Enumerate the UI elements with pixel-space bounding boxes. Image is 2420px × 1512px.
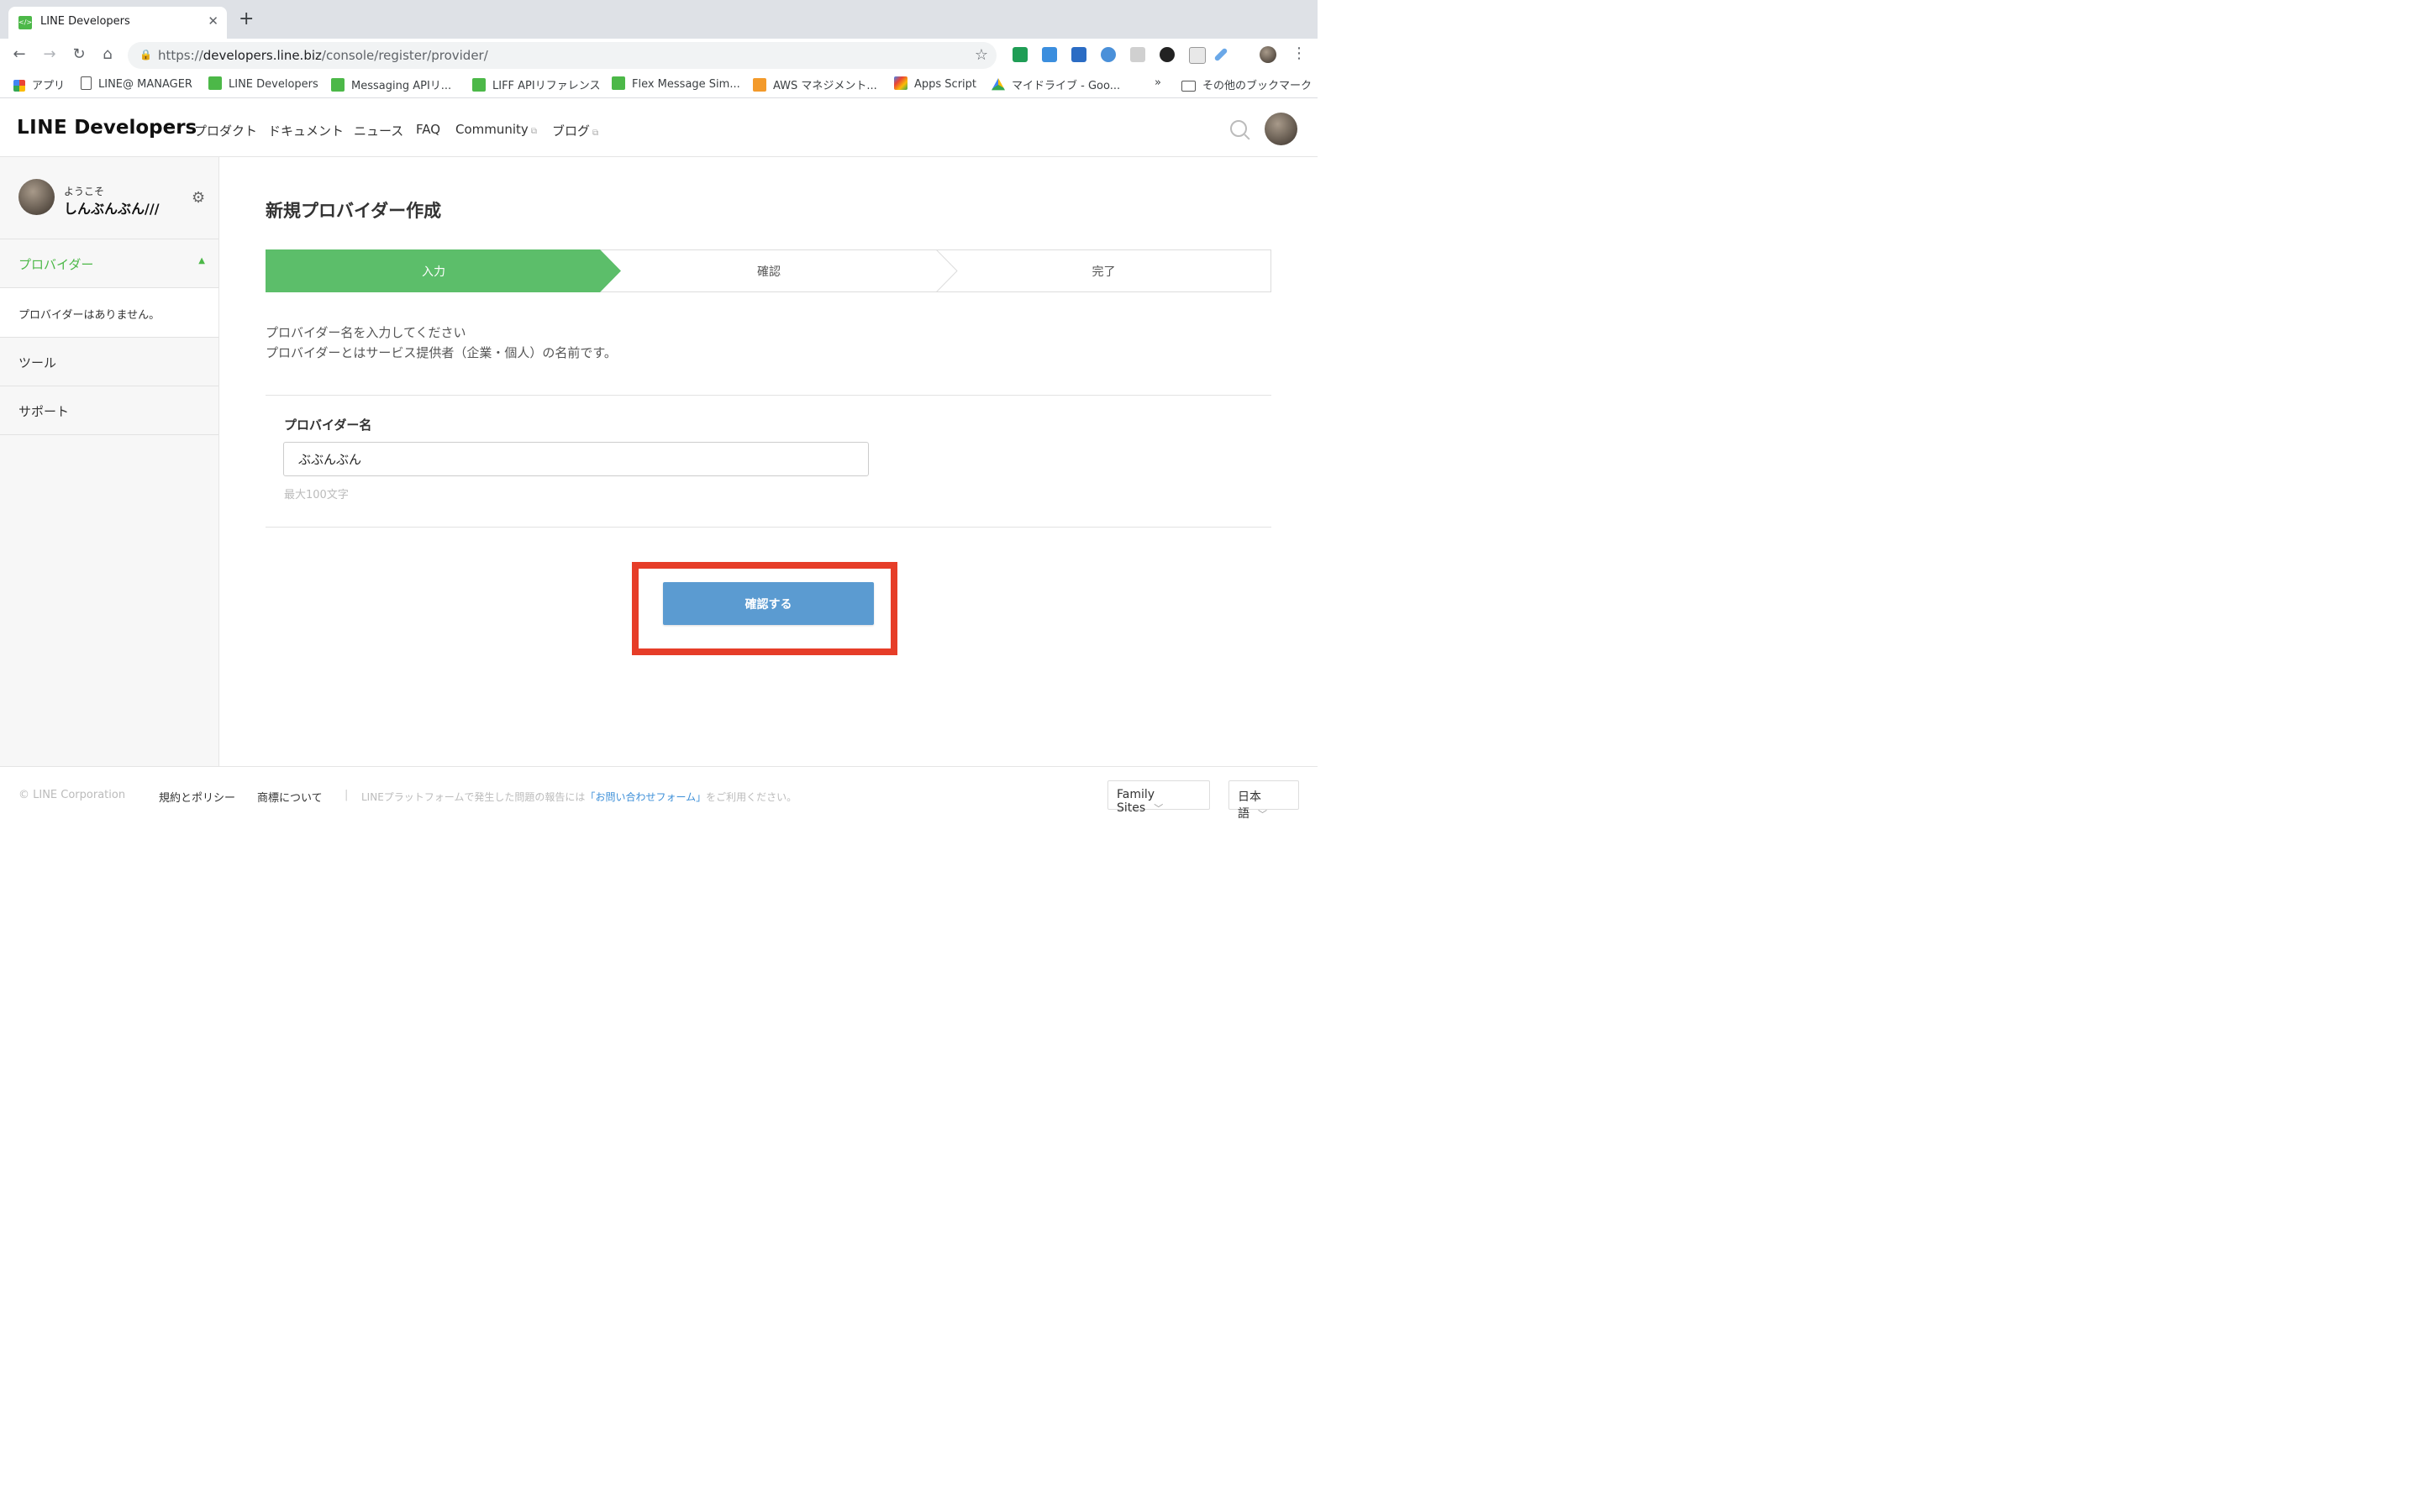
- provider-name-input[interactable]: [283, 442, 869, 476]
- bookmark-google-drive[interactable]: マイドライブ - Goo...: [992, 76, 1120, 92]
- page-title: 新規プロバイダー作成: [266, 201, 442, 221]
- site-footer: © LINE Corporation 規約とポリシー 商標について | LINE…: [0, 766, 1318, 823]
- language-select[interactable]: 日本語 ﹀: [1228, 780, 1299, 821]
- bookmark-messaging-api[interactable]: Messaging APIリ...: [331, 76, 451, 92]
- camera-extension-icon[interactable]: [1160, 47, 1175, 62]
- reload-icon[interactable]: ↻: [69, 45, 89, 63]
- home-icon[interactable]: ⌂: [97, 45, 118, 63]
- step-indicator: 入力 確認 完了: [266, 249, 1271, 292]
- footer-trademark-link[interactable]: 商標について: [257, 789, 323, 805]
- divider: [266, 395, 1271, 396]
- line-dev-icon: [208, 76, 222, 90]
- step-complete: 完了: [1092, 265, 1116, 279]
- footer-terms-link[interactable]: 規約とポリシー: [159, 789, 235, 805]
- welcome-text: ようこそ: [64, 186, 105, 197]
- step-confirm: 確認: [757, 265, 781, 279]
- bookmark-apps-script[interactable]: Apps Script: [894, 76, 976, 91]
- copyright: © LINE Corporation: [18, 789, 126, 801]
- new-tab-plus-icon[interactable]: +: [239, 10, 254, 29]
- folder-icon: [1181, 81, 1196, 92]
- browser-tab-bar: </> LINE Developers ✕ +: [0, 0, 1318, 39]
- line-dev-icon: [612, 76, 625, 90]
- step-input: 入力: [422, 265, 445, 279]
- apps-grid-icon: [13, 80, 25, 92]
- sidebar-item-label: プロバイダー: [18, 257, 94, 272]
- provider-name-hint: 最大100文字: [284, 489, 349, 501]
- confirm-button[interactable]: 確認する: [663, 582, 874, 625]
- sidebar-item-provider[interactable]: プロバイダー ▲: [0, 239, 218, 288]
- url-text[interactable]: https://developers.line.biz/console/regi…: [158, 48, 488, 63]
- chevron-down-icon: ﹀: [1258, 809, 1267, 820]
- profile-avatar-icon[interactable]: [1260, 46, 1276, 63]
- sidebar-avatar: [18, 179, 55, 215]
- description-line-1: プロバイダー名を入力してください: [266, 325, 466, 340]
- provider-empty-state: プロバイダーはありません。: [0, 287, 218, 337]
- footer-report-text: LINEプラットフォームで発生した問題の報告には「お問い合わせフォーム」をご利用…: [361, 791, 797, 803]
- download-extension-icon[interactable]: [1189, 47, 1206, 64]
- search-icon[interactable]: [1230, 120, 1247, 137]
- bookmark-apps[interactable]: アプリ: [13, 76, 65, 92]
- provider-name-label: プロバイダー名: [284, 417, 372, 433]
- nav-blog[interactable]: ブログ ⧉: [552, 122, 598, 139]
- browser-tab[interactable]: </> LINE Developers ✕: [8, 7, 227, 39]
- bookmark-other[interactable]: その他のブックマーク: [1181, 76, 1312, 92]
- description-line-2: プロバイダーとはサービス提供者（企業・個人）の名前です。: [266, 345, 617, 360]
- forward-arrow-icon[interactable]: →: [39, 45, 60, 63]
- divider: [266, 527, 1271, 528]
- line-developers-logo[interactable]: LINE Developers: [17, 117, 197, 139]
- sidebar: ようこそ しんぶんぶん/// ⚙ プロバイダー ▲ プロバイダーはありません。 …: [0, 157, 219, 767]
- caret-up-icon: ▲: [198, 256, 205, 265]
- sidebar-item-label: ツール: [18, 355, 57, 370]
- bookmarks-overflow-chevron-icon[interactable]: »: [1155, 76, 1161, 89]
- external-link-icon: ⧉: [592, 129, 599, 138]
- menu-kebab-icon[interactable]: ⋮: [1292, 45, 1307, 62]
- nav-documents[interactable]: ドキュメント: [268, 122, 344, 139]
- no-providers-text: プロバイダーはありません。: [18, 309, 160, 322]
- line-dev-icon: [331, 78, 345, 92]
- nav-products[interactable]: プロダクト: [194, 122, 257, 139]
- globe-extension-icon[interactable]: [1101, 47, 1116, 62]
- bookmark-liff-api[interactable]: LIFF APIリファレンス: [472, 76, 600, 92]
- bookmark-star-icon[interactable]: ☆: [975, 46, 988, 64]
- sidebar-item-tools[interactable]: ツール: [0, 337, 218, 386]
- lock-icon: 🔒: [139, 49, 152, 60]
- address-bar[interactable]: 🔒 https://developers.line.biz/console/re…: [128, 42, 997, 69]
- username: しんぶんぶん///: [64, 201, 160, 217]
- site-header: LINE Developers プロダクト ドキュメント ニュース FAQ Com…: [0, 102, 1318, 157]
- drive-icon: [992, 78, 1005, 91]
- bookmarks-bar: アプリ LINE@ MANAGER LINE Developers Messag…: [0, 72, 1318, 98]
- chat-extension-icon[interactable]: [1130, 47, 1145, 62]
- line-dev-favicon-icon: </>: [18, 16, 32, 29]
- sidebar-item-label: サポート: [18, 404, 70, 419]
- sidebar-item-support[interactable]: サポート: [0, 386, 218, 435]
- gear-icon[interactable]: ⚙: [192, 189, 205, 207]
- back-arrow-icon[interactable]: ←: [9, 45, 29, 63]
- nav-news[interactable]: ニュース: [354, 122, 403, 139]
- bookmark-line-manager[interactable]: LINE@ MANAGER: [81, 76, 192, 91]
- tab-title: LINE Developers: [40, 15, 130, 28]
- bookmark-aws[interactable]: AWS マネジメント...: [753, 76, 877, 92]
- bookmark-flex-message-sim[interactable]: Flex Message Sim...: [612, 76, 740, 91]
- bookmark-line-developers[interactable]: LINE Developers: [208, 76, 318, 91]
- family-sites-select[interactable]: Family Sites ﹀: [1107, 780, 1210, 815]
- external-link-icon: ⧉: [530, 127, 537, 136]
- page-icon: [81, 76, 92, 90]
- footer-separator: |: [345, 789, 349, 801]
- nav-community[interactable]: Community ⧉: [455, 122, 537, 137]
- s-extension-icon[interactable]: [1071, 47, 1086, 62]
- apps-script-icon: [894, 76, 908, 90]
- contact-form-link[interactable]: 「お問い合わせフォーム」: [585, 791, 706, 803]
- nav-faq[interactable]: FAQ: [416, 122, 440, 137]
- aws-cube-icon: [753, 78, 766, 92]
- sheets-extension-icon[interactable]: [1013, 47, 1028, 62]
- close-tab-icon[interactable]: ✕: [208, 13, 218, 29]
- user-avatar[interactable]: [1265, 113, 1297, 145]
- chevron-down-icon: ﹀: [1154, 803, 1164, 814]
- line-dev-icon: [472, 78, 486, 92]
- window-extension-icon[interactable]: [1042, 47, 1057, 62]
